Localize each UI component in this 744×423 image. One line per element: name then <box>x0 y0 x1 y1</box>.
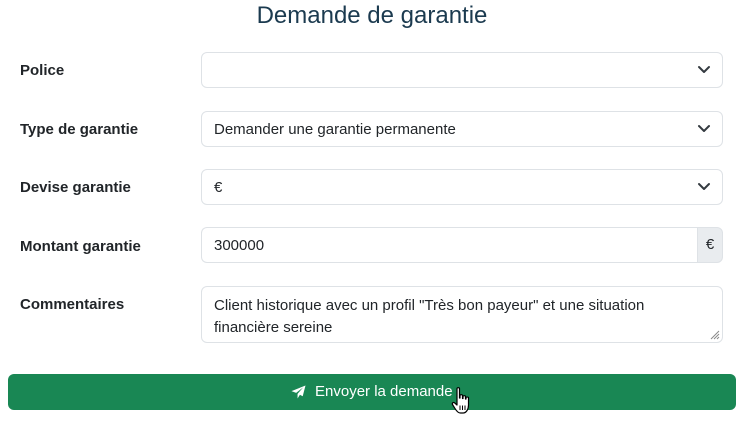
chevron-down-icon <box>698 183 710 190</box>
commentaires-label: Commentaires <box>20 296 125 313</box>
page-title: Demande de garantie <box>256 2 488 29</box>
devise-select-value: € <box>214 179 223 196</box>
police-select[interactable] <box>201 52 723 88</box>
resize-handle-icon[interactable] <box>708 328 720 340</box>
chevron-down-icon <box>698 125 710 132</box>
commentaires-textarea[interactable]: Client historique avec un profil "Très b… <box>201 286 723 343</box>
devise-label: Devise garantie <box>20 179 131 196</box>
devise-select[interactable]: € <box>201 169 723 205</box>
type-garantie-select-value: Demander une garantie permanente <box>214 121 456 138</box>
montant-label: Montant garantie <box>20 238 141 255</box>
type-garantie-label: Type de garantie <box>20 121 139 138</box>
montant-input-value: 300000 <box>214 237 265 254</box>
police-label: Police <box>20 62 65 79</box>
type-garantie-select[interactable]: Demander une garantie permanente <box>201 111 723 147</box>
currency-addon: € <box>697 227 723 263</box>
chevron-down-icon <box>698 66 710 73</box>
paper-plane-icon <box>291 385 306 399</box>
commentaires-textarea-value: Client historique avec un profil "Très b… <box>214 297 645 336</box>
montant-input[interactable]: 300000 <box>201 227 698 263</box>
submit-button[interactable]: Envoyer la demande <box>8 374 736 410</box>
hand-cursor-icon <box>451 387 470 414</box>
submit-button-label: Envoyer la demande <box>315 383 453 400</box>
montant-input-group: 300000 € <box>201 227 723 263</box>
